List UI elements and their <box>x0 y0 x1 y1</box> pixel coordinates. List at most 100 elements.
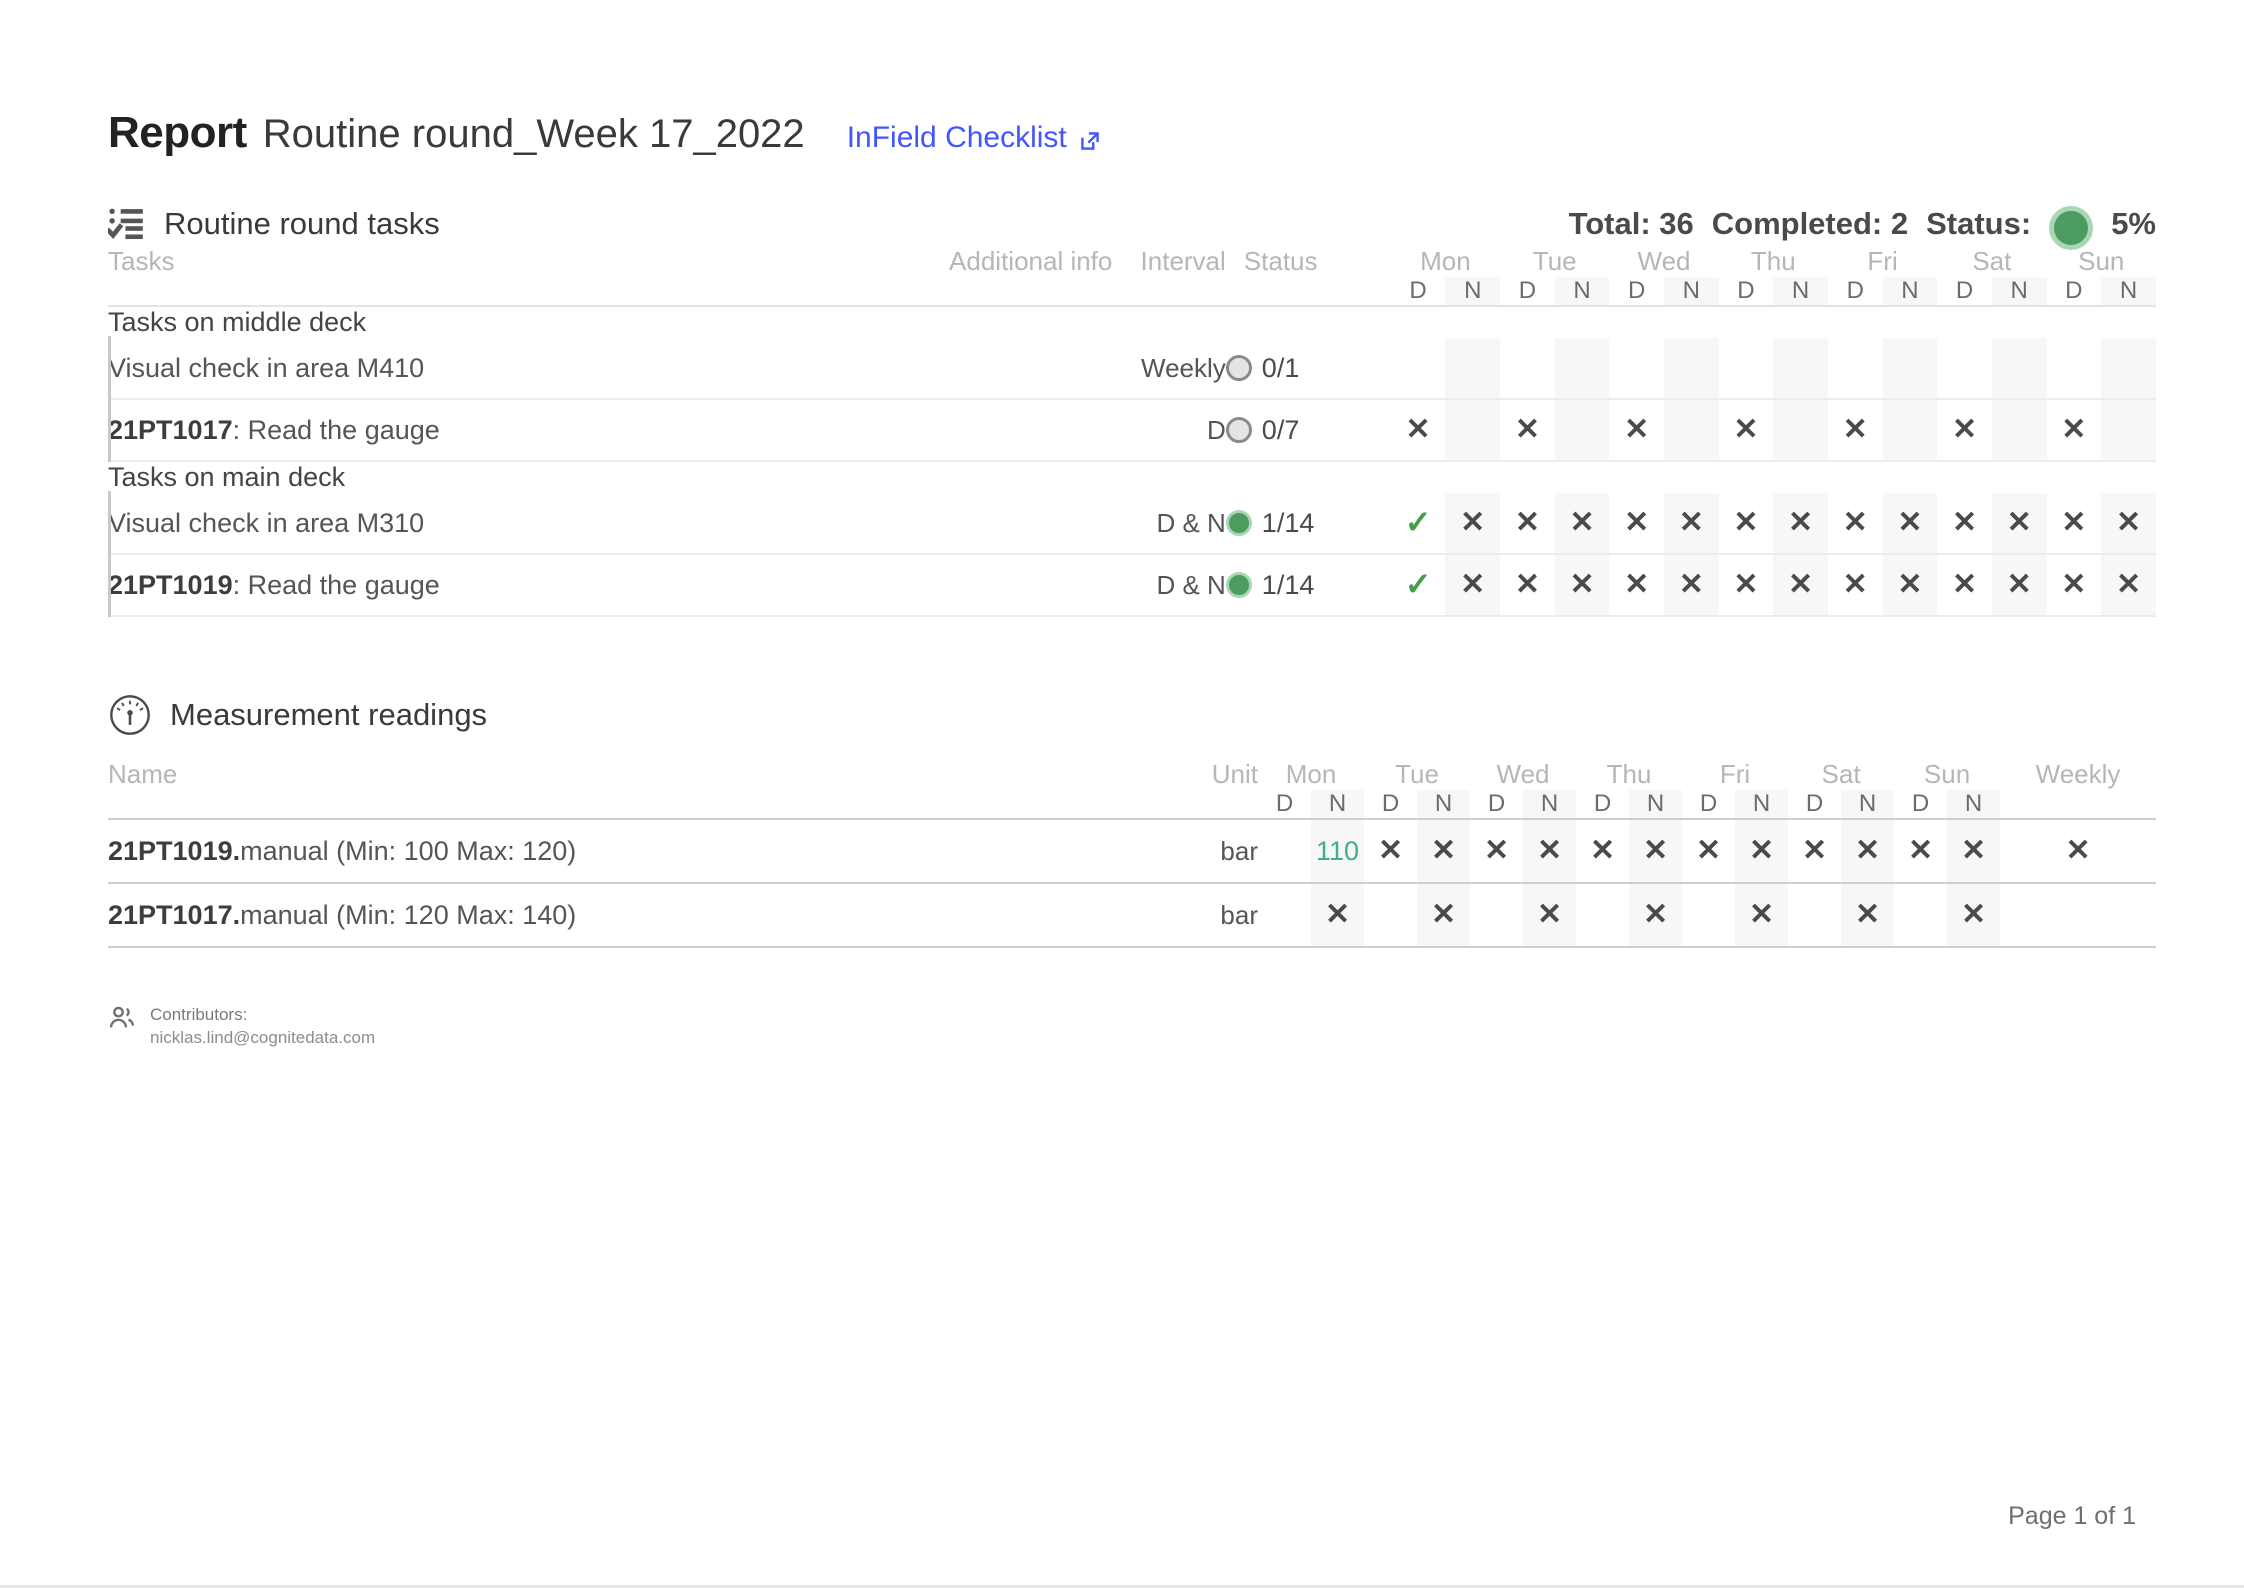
x-mark-icon: ✕ <box>1624 568 1650 601</box>
shift-header-weekly-spacer <box>2000 790 2157 820</box>
measurements-section-title: Measurement readings <box>170 697 488 732</box>
cell-empty <box>1788 883 1842 948</box>
x-mark-icon: ✕ <box>1842 568 1868 601</box>
tasks-shift-header-row: DNDNDNDNDNDNDN <box>108 277 2156 307</box>
status-progress-text: 0/1 <box>1261 352 1300 383</box>
cell-empty <box>1390 338 1446 400</box>
status-dot-icon <box>1225 354 1252 381</box>
x-mark-icon: ✕ <box>1788 506 1814 539</box>
measurement-label: manual (Min: 100 Max: 120) <box>240 835 577 866</box>
task-group-title: Tasks on main deck <box>108 462 346 492</box>
cell-not-done: ✕ <box>1629 819 1683 884</box>
x-mark-icon: ✕ <box>1695 834 1722 867</box>
total-count: Total: 36 <box>1568 206 1694 241</box>
x-mark-icon: ✕ <box>1907 834 1934 867</box>
task-row[interactable]: 21PT1019: Read the gauge D & N 1/14 ✓ ✕ ✕ ✕ ✕ ✕ ✕… <box>108 553 2156 617</box>
cell-empty <box>1773 399 1828 462</box>
status-label: Status: <box>1926 206 2032 241</box>
cell-not-done: ✕ <box>2046 399 2102 462</box>
cell-empty <box>1554 338 1610 400</box>
measurements-shift-header-row: DNDNDNDNDNDNDN <box>108 790 2157 820</box>
cell-not-done: ✕ <box>1947 883 2001 948</box>
cell-completed: ✓ <box>1390 554 1446 617</box>
report-label: Report <box>108 108 247 157</box>
x-mark-icon: ✕ <box>1483 834 1510 867</box>
status-progress-text: 1/14 <box>1261 569 1315 600</box>
col-tasks: Tasks <box>108 246 175 276</box>
cell-empty <box>1364 883 1418 948</box>
cell-not-done: ✕ <box>2000 819 2157 884</box>
cell-not-done: ✕ <box>1827 554 1883 617</box>
x-mark-icon: ✕ <box>1733 568 1759 601</box>
measurement-label: manual (Min: 120 Max: 140) <box>240 899 577 930</box>
cell-empty <box>1937 338 1992 400</box>
page-content: Report Routine round_Week 17_2022 InFiel… <box>105 0 2157 1050</box>
task-status: 1/14 <box>1225 554 1391 617</box>
task-row[interactable]: Visual check in area M310 D & N 1/14 ✓ ✕ ✕ ✕ ✕ ✕… <box>108 491 2156 555</box>
shift-header-d-6: D <box>1576 790 1630 820</box>
people-icon <box>108 1004 136 1032</box>
task-row[interactable]: Visual check in area M410 Weekly 0/1 <box>108 336 2156 400</box>
x-mark-icon: ✕ <box>1788 568 1814 601</box>
x-mark-icon: ✕ <box>1733 413 1759 446</box>
contributor-email: nicklas.lind@cognitedata.com <box>150 1027 376 1047</box>
measurement-row[interactable]: 21PT1017.manual (Min: 120 Max: 140) bar ✕ ✕… <box>108 883 2157 948</box>
measurement-row[interactable]: 21PT1019.manual (Min: 100 Max: 120) bar 11… <box>108 819 2157 884</box>
infield-checklist-link-label: InField Checklist <box>846 121 1067 154</box>
task-interval: D <box>1112 399 1226 462</box>
cell-not-done: ✕ <box>1500 399 1555 462</box>
cell-empty <box>1682 883 1736 948</box>
x-mark-icon: ✕ <box>1678 568 1704 601</box>
shift-header-d-8: D <box>1682 790 1736 820</box>
x-mark-icon: ✕ <box>2061 506 2087 539</box>
task-name: Visual check in area M410 <box>108 336 911 400</box>
col-day-sat: Sat <box>1972 246 2012 276</box>
shift-header-d-4: D <box>1470 790 1524 820</box>
cell-not-done: ✕ <box>1682 819 1736 884</box>
infield-checklist-link[interactable]: InField Checklist <box>847 121 1103 155</box>
cell-not-done: ✕ <box>1991 554 2047 617</box>
task-group-header: Tasks on middle deck <box>108 306 2156 338</box>
x-mark-icon: ✕ <box>1430 834 1457 867</box>
shift-header-n-11: N <box>1841 790 1895 820</box>
shift-header-d-10: D <box>1937 277 1992 307</box>
cell-empty <box>1576 883 1630 948</box>
cell-completed: ✓ <box>1390 493 1446 555</box>
col-meas-day-thu: Thu <box>1606 759 1652 789</box>
page-number: Page 1 of 1 <box>2008 1502 2136 1530</box>
cell-empty <box>1258 883 1311 948</box>
task-label: : Read the gauge <box>232 414 440 445</box>
measurements-header-row: Name Unit Mon Tue Wed Thu Fri Sat Sun We… <box>108 759 2156 790</box>
x-mark-icon: ✕ <box>1897 506 1923 539</box>
x-mark-icon: ✕ <box>2006 506 2032 539</box>
cell-not-done: ✕ <box>1827 399 1883 462</box>
cell-empty <box>1718 338 1774 400</box>
cell-not-done: ✕ <box>1937 554 1992 617</box>
x-mark-icon: ✕ <box>2116 506 2142 539</box>
x-mark-icon: ✕ <box>1801 834 1828 867</box>
shift-header-n-5: N <box>1523 790 1577 820</box>
task-row[interactable]: 21PT1017: Read the gauge D 0/7 ✕ ✕ ✕ ✕ ✕ ✕ ✕ <box>108 398 2156 462</box>
task-tag: 21PT1017 <box>108 414 233 445</box>
x-mark-icon: ✕ <box>2061 413 2087 446</box>
tasks-section-stats: Total: 36 Completed: 2 Status: 5% <box>1568 202 2156 250</box>
shift-header-n-5: N <box>1664 277 1719 307</box>
cell-not-done: ✕ <box>1417 819 1471 884</box>
cell-empty <box>1664 338 1719 400</box>
measurement-name: 21PT1019.manual (Min: 100 Max: 120) <box>108 819 1138 884</box>
cell-not-done: ✕ <box>1576 819 1630 884</box>
gauge-icon <box>108 693 152 737</box>
cell-empty <box>1991 399 2047 462</box>
x-mark-icon: ✕ <box>1642 834 1669 867</box>
cell-not-done: ✕ <box>1500 554 1555 617</box>
cell-not-done: ✕ <box>2046 554 2102 617</box>
cell-not-done: ✕ <box>1445 554 1501 617</box>
x-mark-icon: ✕ <box>1430 898 1457 931</box>
measurement-name: 21PT1017.manual (Min: 120 Max: 140) <box>108 883 1138 948</box>
x-mark-icon: ✕ <box>1842 506 1868 539</box>
x-mark-icon: ✕ <box>2116 568 2142 601</box>
cell-not-done: ✕ <box>1554 493 1610 555</box>
task-interval: Weekly <box>1112 338 1226 400</box>
cell-not-done: ✕ <box>2101 554 2156 617</box>
cell-not-done: ✕ <box>1718 399 1774 462</box>
